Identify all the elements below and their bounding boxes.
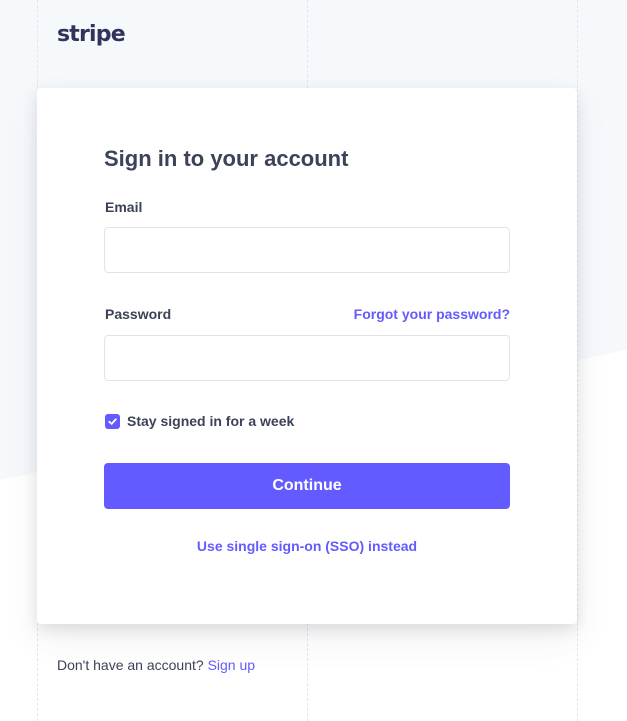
continue-button[interactable]: Continue xyxy=(104,463,510,509)
remember-me-option[interactable]: Stay signed in for a week xyxy=(105,413,294,429)
page-title: Sign in to your account xyxy=(104,146,349,171)
check-icon xyxy=(108,417,117,425)
password-field[interactable] xyxy=(104,335,510,381)
signin-card: Sign in to your account Email Password F… xyxy=(37,88,577,624)
sso-link[interactable]: Use single sign-on (SSO) instead xyxy=(104,538,510,554)
stay-signed-in-label: Stay signed in for a week xyxy=(127,413,295,429)
guide-line xyxy=(577,0,578,721)
signup-footer: Don't have an account? Sign up xyxy=(57,657,255,673)
stay-signed-in-checkbox[interactable] xyxy=(105,413,120,429)
password-label: Password xyxy=(105,306,172,322)
email-label: Email xyxy=(105,199,143,215)
signup-link[interactable]: Sign up xyxy=(208,657,255,673)
email-field[interactable] xyxy=(104,227,510,273)
stripe-logo[interactable]: stripe xyxy=(57,22,126,48)
signup-prompt: Don't have an account? xyxy=(57,657,204,673)
forgot-password-link[interactable]: Forgot your password? xyxy=(354,306,510,322)
